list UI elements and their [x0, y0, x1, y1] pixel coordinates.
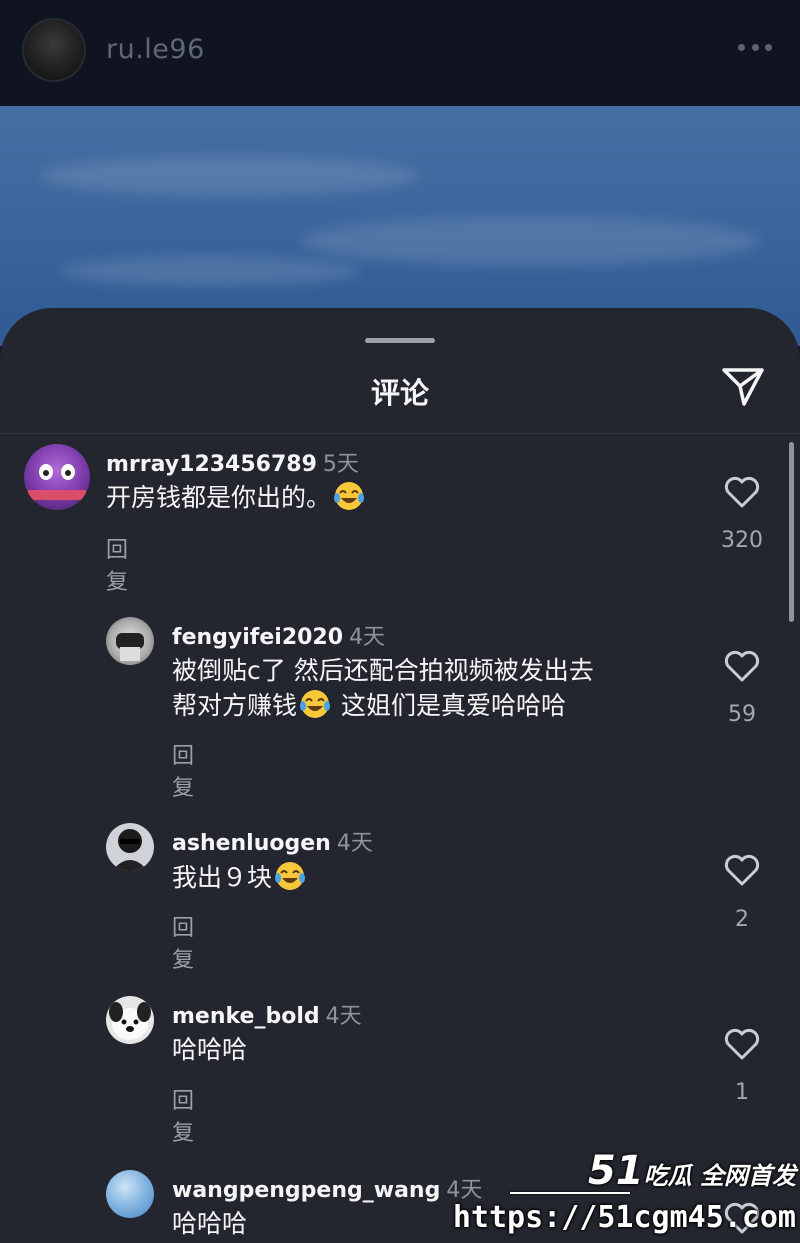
comment-text: 我出９块: [172, 860, 308, 895]
reply-button[interactable]: 回复: [172, 738, 194, 802]
comment-time: 5天: [322, 452, 359, 477]
avatar[interactable]: [106, 996, 154, 1044]
like-count: 1: [735, 1080, 749, 1105]
comments-sheet: 评论 mrray123456789 5天 开房钱都是你出的。 回复 320 fen…: [0, 308, 800, 1243]
comment-time: 4天: [325, 1004, 362, 1029]
like-count: 320: [721, 528, 763, 553]
more-horizontal-icon[interactable]: [738, 44, 772, 54]
reply-button[interactable]: 回复: [106, 532, 128, 596]
watermark-line: [510, 1192, 630, 1194]
heart-outline-icon[interactable]: [724, 1028, 760, 1060]
comment-header: menke_bold 4天: [172, 998, 362, 1030]
profile-username[interactable]: ru.le96: [106, 34, 205, 65]
comment-header: wangpengpeng_wang 4天: [172, 1172, 482, 1204]
comment-username[interactable]: ashenluogen: [172, 831, 331, 856]
scrollbar[interactable]: [789, 442, 794, 622]
heart-outline-icon[interactable]: [724, 650, 760, 682]
profile-avatar[interactable]: [22, 18, 86, 82]
comment-time: 4天: [349, 625, 386, 650]
watermark-brand: 51吃瓜 全网首发: [587, 1148, 796, 1194]
comment-header: ashenluogen 4天: [172, 825, 373, 857]
heart-outline-icon[interactable]: [724, 476, 760, 508]
avatar[interactable]: [106, 823, 154, 871]
comment-text: 哈哈哈: [172, 1035, 248, 1064]
profile-header: ru.le96: [0, 0, 800, 106]
send-icon[interactable]: [720, 364, 766, 408]
divider: [0, 433, 800, 434]
comment-text: 开房钱都是你出的。: [106, 480, 367, 515]
avatar[interactable]: [24, 444, 90, 510]
sheet-title: 评论: [370, 376, 429, 410]
avatar[interactable]: [106, 1170, 154, 1218]
drag-handle[interactable]: [365, 338, 435, 343]
comment-time: 4天: [336, 831, 373, 856]
watermark-url: https://51cgm45.com: [452, 1200, 796, 1235]
comment-username[interactable]: fengyifei2020: [172, 625, 343, 650]
comment-username[interactable]: wangpengpeng_wang: [172, 1178, 440, 1203]
comment-text: 哈哈哈: [172, 1209, 248, 1238]
tears-of-joy-emoji: [334, 482, 365, 510]
comment-text: 被倒贴c了 然后还配合拍视频被发出去 帮对方赚钱 这姐们是真爱哈哈哈: [172, 656, 594, 720]
comment-header: mrray123456789 5天: [106, 446, 359, 478]
heart-outline-icon[interactable]: [724, 854, 760, 886]
like-count: 59: [728, 702, 756, 727]
tears-of-joy-emoji: [275, 862, 306, 890]
like-count: 2: [735, 907, 749, 932]
comment-username[interactable]: mrray123456789: [106, 452, 317, 477]
avatar[interactable]: [106, 617, 154, 665]
comment-username[interactable]: menke_bold: [172, 1004, 320, 1029]
reply-button[interactable]: 回复: [172, 1083, 194, 1147]
tears-of-joy-emoji: [300, 690, 331, 718]
reply-button[interactable]: 回复: [172, 910, 194, 974]
comment-header: fengyifei2020 4天: [172, 619, 385, 651]
